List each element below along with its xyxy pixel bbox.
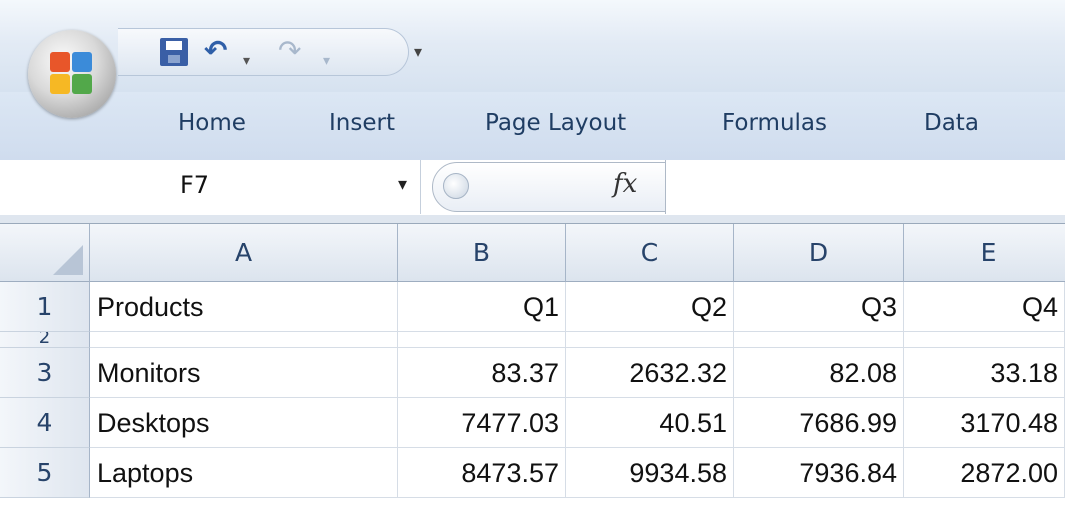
cell-d1[interactable]: Q3	[734, 282, 904, 332]
name-box-value: F7	[180, 171, 210, 199]
separator	[0, 215, 1065, 224]
cell-a4[interactable]: Desktops	[90, 398, 398, 448]
quick-access-toolbar: ↶ ▾ ↷ ▾	[118, 28, 409, 76]
row-header[interactable]: 1	[0, 282, 90, 332]
office-button[interactable]	[28, 30, 116, 118]
tab-home[interactable]: Home	[178, 110, 246, 136]
cell-b5[interactable]: 8473.57	[398, 448, 566, 498]
redo-icon[interactable]: ↷	[278, 35, 301, 67]
insert-function-icon[interactable]: fx	[613, 169, 637, 199]
row-header[interactable]: 3	[0, 348, 90, 398]
cell-c4[interactable]: 40.51	[566, 398, 734, 448]
row-header[interactable]: 2	[0, 332, 90, 348]
cell-e2[interactable]	[904, 332, 1065, 348]
formula-bar-resize-handle[interactable]	[443, 173, 469, 199]
cell-c1[interactable]: Q2	[566, 282, 734, 332]
formula-bar: F7 ▾ fx	[0, 160, 1065, 216]
column-header-a[interactable]: A	[90, 224, 398, 282]
cell-b2[interactable]	[398, 332, 566, 348]
column-header-c[interactable]: C	[566, 224, 734, 282]
formula-controls: fx	[432, 162, 666, 212]
cell-c5[interactable]: 9934.58	[566, 448, 734, 498]
name-box[interactable]: F7 ▾	[0, 160, 421, 214]
cell-a3[interactable]: Monitors	[90, 348, 398, 398]
formula-input[interactable]	[665, 160, 1065, 214]
tab-data[interactable]: Data	[924, 110, 979, 136]
cell-a5[interactable]: Laptops	[90, 448, 398, 498]
tab-formulas[interactable]: Formulas	[722, 110, 827, 136]
cell-c2[interactable]	[566, 332, 734, 348]
name-box-dropdown-icon[interactable]: ▾	[398, 174, 407, 195]
row-header[interactable]: 4	[0, 398, 90, 448]
select-all-corner[interactable]	[0, 224, 90, 282]
undo-icon[interactable]: ↶	[204, 35, 227, 67]
tab-page-layout[interactable]: Page Layout	[485, 110, 626, 136]
cell-e5[interactable]: 2872.00	[904, 448, 1065, 498]
ribbon-tabs: Home Insert Page Layout Formulas Data	[0, 92, 1065, 161]
cell-d3[interactable]: 82.08	[734, 348, 904, 398]
cell-b1[interactable]: Q1	[398, 282, 566, 332]
column-header-d[interactable]: D	[734, 224, 904, 282]
cell-a2[interactable]	[90, 332, 398, 348]
title-bar: ↶ ▾ ↷ ▾ ▾	[0, 0, 1065, 92]
tab-insert[interactable]: Insert	[329, 110, 395, 136]
column-header-b[interactable]: B	[398, 224, 566, 282]
office-logo-icon	[50, 52, 94, 96]
cell-d2[interactable]	[734, 332, 904, 348]
undo-dropdown-icon[interactable]: ▾	[243, 45, 250, 77]
cell-b4[interactable]: 7477.03	[398, 398, 566, 448]
cell-e4[interactable]: 3170.48	[904, 398, 1065, 448]
cell-d5[interactable]: 7936.84	[734, 448, 904, 498]
cell-e3[interactable]: 33.18	[904, 348, 1065, 398]
cell-e1[interactable]: Q4	[904, 282, 1065, 332]
cell-d4[interactable]: 7686.99	[734, 398, 904, 448]
cell-c3[interactable]: 2632.32	[566, 348, 734, 398]
redo-dropdown-icon[interactable]: ▾	[323, 45, 330, 77]
customize-toolbar-icon[interactable]: ▾	[414, 42, 422, 61]
column-header-e[interactable]: E	[904, 224, 1065, 282]
cell-a1[interactable]: Products	[90, 282, 398, 332]
cell-b3[interactable]: 83.37	[398, 348, 566, 398]
save-icon[interactable]	[160, 38, 188, 66]
row-header[interactable]: 5	[0, 448, 90, 498]
